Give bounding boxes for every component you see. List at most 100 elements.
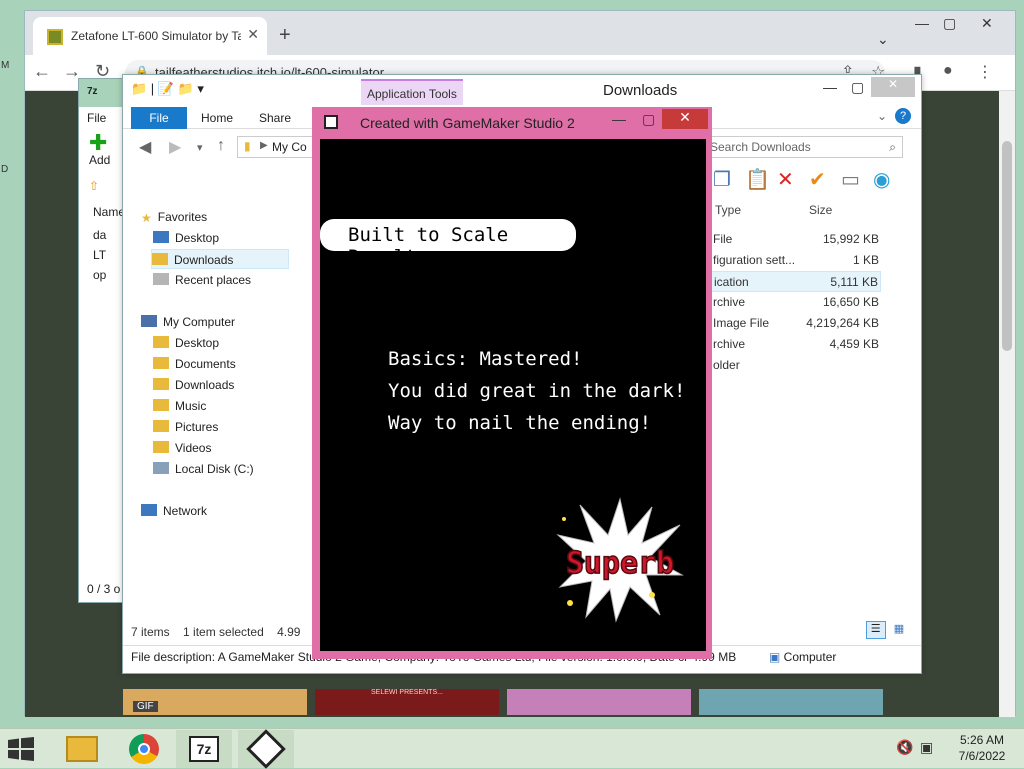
gamemaker-titlebar: Created with GameMaker Studio 2 — ▢ ✕ [312, 107, 712, 137]
network-tray-icon[interactable]: ▣ [920, 739, 933, 756]
copy-icon[interactable]: ❐ [713, 167, 731, 192]
tab-application-tools[interactable]: Application Tools [361, 79, 463, 105]
list-item[interactable]: File 15,992 KB [711, 229, 881, 250]
back-icon[interactable]: ← [33, 61, 51, 82]
folder-icon [153, 420, 169, 432]
superb-text: Superb [566, 546, 674, 581]
window-title: Created with GameMaker Studio 2 [360, 115, 575, 131]
column-header-type[interactable]: Type [715, 203, 741, 217]
maximize-button[interactable]: ▢ [851, 79, 864, 96]
folder-icon [153, 399, 169, 411]
shell-icon[interactable]: ◉ [873, 167, 890, 192]
nav-videos[interactable]: Videos [153, 438, 313, 458]
downloads-icon [152, 253, 168, 265]
help-icon[interactable]: ? [895, 108, 911, 124]
list-item[interactable]: figuration sett... 1 KB [711, 250, 881, 271]
nav-pictures[interactable]: Pictures [153, 417, 313, 437]
nav-music[interactable]: Music [153, 396, 313, 416]
computer-icon [141, 315, 157, 327]
gif-badge: GIF [133, 701, 158, 712]
search-input[interactable]: Search Downloads ⌕ [703, 136, 903, 158]
paste-icon[interactable]: 📋 [745, 167, 770, 192]
view-toggle: ☰ ▦ [865, 621, 909, 640]
related-games-strip: GIF SELEWI PRESENTS... [123, 689, 903, 717]
drive-icon [153, 462, 169, 474]
nav-recent-places[interactable]: Recent places [153, 270, 313, 290]
nav-favorites[interactable]: ★ Favorites [141, 207, 301, 227]
delete-icon[interactable]: ✕ [777, 167, 794, 192]
tab-title: Zetafone LT-600 Simulator by Tai [71, 29, 241, 43]
list-item[interactable]: rchive 4,459 KB [711, 334, 881, 355]
browser-tab[interactable]: Zetafone LT-600 Simulator by Tai ✕ [33, 17, 267, 55]
star-icon: ★ [141, 211, 152, 225]
list-item[interactable]: rchive 16,650 KB [711, 292, 881, 313]
game-thumbnail[interactable] [699, 689, 883, 715]
chrome-tab-strip: Zetafone LT-600 Simulator by Tai ✕ + ⌄ —… [25, 11, 1015, 55]
clock[interactable]: 5:26 AM 7/6/2022 [940, 732, 1024, 764]
folder-icon [153, 357, 169, 369]
info-icon[interactable]: ▭ [841, 167, 860, 192]
details-view-icon[interactable]: ☰ [865, 621, 886, 639]
recent-dropdown-icon[interactable]: ▾ [197, 141, 203, 154]
ribbon-expand-icon[interactable]: ⌄ [877, 109, 887, 123]
check-icon[interactable]: ✔ [809, 167, 826, 192]
close-button[interactable]: ✕ [981, 15, 993, 32]
nav-network[interactable]: Network [141, 501, 301, 521]
computer-icon: ▣ [769, 650, 784, 664]
status-bar: 7 items 1 item selected 4.99 [131, 625, 310, 639]
nav-desktop-2[interactable]: Desktop [153, 333, 313, 353]
close-button[interactable]: ✕ [662, 109, 708, 129]
new-tab-button[interactable]: + [279, 24, 291, 47]
game-thumbnail[interactable]: SELEWI PRESENTS... [315, 689, 499, 715]
result-line: Way to nail the ending! [388, 412, 652, 434]
quick-access-icon[interactable]: 📁 | 📝 📁 ▾ [131, 81, 204, 97]
folder-icon [153, 441, 169, 453]
nav-downloads-2[interactable]: Downloads [153, 375, 313, 395]
nav-downloads[interactable]: Downloads [151, 249, 289, 269]
result-line: You did great in the dark! [388, 380, 686, 402]
tab-file[interactable]: File [131, 107, 187, 129]
game-thumbnail[interactable] [507, 689, 691, 715]
list-item[interactable]: ication 5,111 KB [711, 271, 881, 292]
game-canvas[interactable]: Built to Scale Results Basics: Mastered!… [320, 139, 706, 651]
tab-home[interactable]: Home [201, 111, 233, 125]
maximize-button[interactable]: ▢ [642, 111, 655, 128]
taskbar: 7z 🔇 ▣ 5:26 AM 7/6/2022 [0, 728, 1024, 769]
volume-muted-icon[interactable]: 🔇 [896, 739, 913, 756]
page-scrollbar[interactable] [999, 91, 1015, 717]
tab-search-icon[interactable]: ⌄ [877, 31, 889, 48]
maximize-button[interactable]: ▢ [943, 15, 956, 32]
result-line: Basics: Mastered! [388, 348, 583, 370]
list-item[interactable]: Image File 4,219,264 KB [711, 313, 881, 334]
desktop-icon-fragment: M [1, 60, 10, 71]
desktop-icon [153, 231, 169, 243]
chrome-taskbar-button[interactable] [116, 730, 172, 768]
game-thumbnail[interactable]: GIF [123, 689, 307, 715]
tab-share[interactable]: Share [259, 111, 291, 125]
gamemaker-taskbar-button[interactable] [238, 729, 294, 769]
menu-icon[interactable]: ⋮ [977, 62, 993, 82]
column-header-size[interactable]: Size [809, 203, 832, 217]
file-explorer-taskbar-button[interactable] [54, 730, 110, 768]
tab-close-icon[interactable]: ✕ [247, 26, 259, 43]
desktop-icon-fragment: D [1, 164, 9, 175]
nav-documents[interactable]: Documents [153, 354, 313, 374]
list-item[interactable]: older [711, 355, 881, 376]
nav-local-disk[interactable]: Local Disk (C:) [153, 459, 313, 479]
back-icon[interactable]: ◀ [139, 137, 151, 157]
minimize-button[interactable]: — [612, 111, 626, 127]
folder-icon: ▮ [244, 139, 251, 153]
up-icon[interactable]: ↑ [217, 137, 225, 155]
explorer-titlebar: 📁 | 📝 📁 ▾ Application Tools Downloads — … [123, 75, 921, 105]
minimize-button[interactable]: — [915, 15, 929, 31]
scrollbar-thumb[interactable] [1002, 141, 1012, 351]
tiles-view-icon[interactable]: ▦ [889, 622, 909, 640]
profile-icon[interactable]: ● [943, 62, 953, 80]
nav-desktop[interactable]: Desktop [153, 228, 313, 248]
7zip-taskbar-button[interactable]: 7z [176, 730, 232, 768]
nav-my-computer[interactable]: My Computer [141, 312, 301, 332]
forward-icon[interactable]: ▶ [169, 137, 181, 157]
start-button[interactable] [8, 737, 34, 761]
close-button[interactable]: ✕ [871, 77, 915, 97]
minimize-button[interactable]: — [823, 79, 837, 95]
